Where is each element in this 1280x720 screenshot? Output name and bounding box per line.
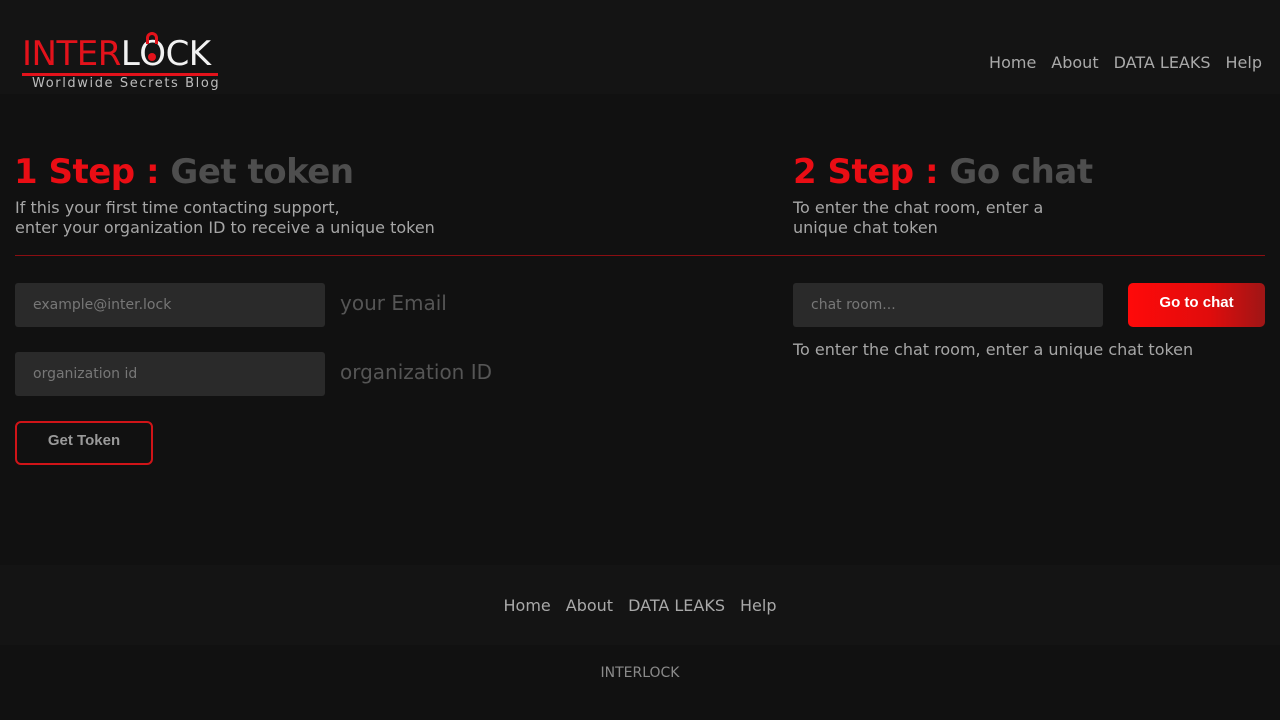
logo-wordmark: INTERLOCK <box>22 32 212 74</box>
site-footer: Home About DATA LEAKS Help <box>0 565 1280 645</box>
logo-text-red: INTER <box>22 34 121 74</box>
step1-number: 1 Step : <box>14 152 160 192</box>
nav-link-data-leaks[interactable]: DATA LEAKS <box>1114 53 1211 72</box>
site-logo[interactable]: INTERLOCK Worldwide Secrets Blog <box>22 32 222 94</box>
organization-id-label: organization ID <box>340 360 493 384</box>
logo-text-white-1: L <box>120 34 140 74</box>
site-header: INTERLOCK Worldwide Secrets Blog Home Ab… <box>0 0 1280 94</box>
lock-shackle-icon <box>146 32 159 44</box>
nav-link-home[interactable]: Home <box>989 53 1036 72</box>
footer-nav: Home About DATA LEAKS Help <box>0 596 1280 615</box>
nav-link-about[interactable]: About <box>1051 53 1098 72</box>
step1-desc-line2: enter your organization ID to receive a … <box>15 218 435 237</box>
logo-text-white-2: CK <box>165 34 212 74</box>
step1-name: Get token <box>170 152 354 192</box>
footer-link-home[interactable]: Home <box>504 596 551 615</box>
section-divider <box>15 255 1265 256</box>
step2-title: 2 Step : Go chat <box>793 152 1093 192</box>
go-to-chat-button[interactable]: Go to chat <box>1128 283 1265 327</box>
footer-link-data-leaks[interactable]: DATA LEAKS <box>628 596 725 615</box>
footer-link-about[interactable]: About <box>566 596 613 615</box>
step2-desc-line2: unique chat token <box>793 218 938 237</box>
copyright-bar: INTERLOCK <box>0 645 1280 720</box>
get-token-button[interactable]: Get Token <box>15 421 153 465</box>
step1-desc-line1: If this your first time contacting suppo… <box>15 198 340 217</box>
lock-icon: O <box>139 32 166 74</box>
step2-description: To enter the chat room, enter a unique c… <box>793 198 1043 238</box>
step1-title: 1 Step : Get token <box>14 152 354 192</box>
email-label: your Email <box>340 291 447 315</box>
chat-room-note: To enter the chat room, enter a unique c… <box>793 340 1194 359</box>
step2-number: 2 Step : <box>793 152 939 192</box>
email-input[interactable] <box>15 283 325 327</box>
footer-link-help[interactable]: Help <box>740 596 776 615</box>
step1-description: If this your first time contacting suppo… <box>15 198 435 238</box>
step2-name: Go chat <box>949 152 1093 192</box>
nav-link-help[interactable]: Help <box>1226 53 1262 72</box>
chat-room-input[interactable] <box>793 283 1103 327</box>
main-nav: Home About DATA LEAKS Help <box>989 53 1262 72</box>
copyright-text: INTERLOCK <box>600 665 680 681</box>
step2-desc-line1: To enter the chat room, enter a <box>793 198 1044 217</box>
organization-id-input[interactable] <box>15 352 325 396</box>
logo-subtitle: Worldwide Secrets Blog <box>32 76 221 91</box>
